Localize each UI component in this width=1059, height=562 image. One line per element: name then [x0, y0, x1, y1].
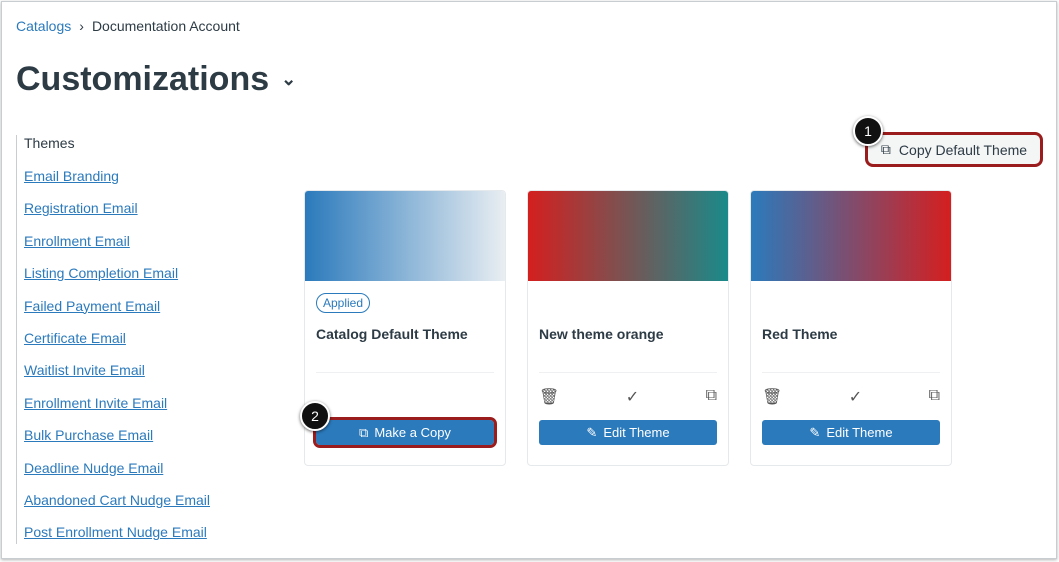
- copy-icon[interactable]: ⧉: [706, 387, 717, 407]
- sidebar-item: Enrollment Email: [24, 220, 210, 252]
- sidebar-link[interactable]: Waitlist Invite Email: [24, 362, 145, 378]
- sidebar-item: Email Branding: [24, 155, 210, 187]
- page-title: Customizations: [16, 60, 270, 98]
- chevron-right-icon: ›: [79, 18, 84, 34]
- breadcrumb-catalogs-link[interactable]: Catalogs: [16, 18, 71, 34]
- sidebar-item: Waitlist Invite Email: [24, 349, 210, 381]
- sidebar-nav: Themes Email Branding Registration Email E…: [16, 135, 210, 544]
- sidebar-link[interactable]: Bulk Purchase Email: [24, 427, 153, 443]
- divider: [762, 372, 940, 373]
- divider: [539, 372, 717, 373]
- theme-gradient-preview: [528, 191, 728, 281]
- edit-theme-button[interactable]: ✎ Edit Theme: [762, 420, 940, 445]
- copy-default-theme-button[interactable]: ⧉ Copy Default Theme: [865, 132, 1043, 167]
- edit-theme-button[interactable]: ✎ Edit Theme: [539, 420, 717, 445]
- sidebar-link[interactable]: Failed Payment Email: [24, 298, 160, 314]
- make-a-copy-button[interactable]: ⧉ Make a Copy: [313, 417, 497, 448]
- theme-card: Red Theme 🗑 ✓ ⧉ ✎ Edit Theme: [750, 190, 952, 466]
- copy-default-theme-label: Copy Default Theme: [898, 141, 1028, 158]
- sidebar-item-themes: Themes: [24, 135, 75, 151]
- copy-icon: ⧉: [359, 424, 369, 440]
- sidebar-item: Listing Completion Email: [24, 252, 210, 284]
- edit-theme-label: Edit Theme: [826, 425, 893, 440]
- sidebar-link[interactable]: Abandoned Cart Nudge Email: [24, 492, 210, 508]
- chevron-down-icon: ⌄: [281, 69, 297, 89]
- theme-card: Applied Catalog Default Theme ⧉ Make a Co…: [304, 190, 506, 466]
- sidebar-item: Abandoned Cart Nudge Email: [24, 479, 210, 511]
- pencil-icon: ✎: [809, 424, 821, 440]
- theme-gradient-preview: [751, 191, 951, 281]
- apply-check-icon[interactable]: ✓: [849, 387, 862, 407]
- sidebar-link[interactable]: Email Branding: [24, 168, 119, 184]
- sidebar-item: Failed Payment Email: [24, 285, 210, 317]
- sidebar-item: Enrollment Invite Email: [24, 382, 210, 414]
- callout-1: 1: [853, 116, 883, 146]
- sidebar-link[interactable]: Certificate Email: [24, 330, 126, 346]
- theme-name: Catalog Default Theme: [316, 326, 468, 342]
- page-title-menu[interactable]: Customizations ⌄: [16, 60, 296, 99]
- applied-badge: Applied: [316, 293, 371, 313]
- copy-icon[interactable]: ⧉: [929, 387, 940, 407]
- make-a-copy-label: Make a Copy: [374, 425, 451, 440]
- theme-card: New theme orange 🗑 ✓ ⧉ ✎ Edit Theme: [527, 190, 729, 466]
- theme-name: New theme orange: [539, 326, 664, 342]
- sidebar-link[interactable]: Listing Completion Email: [24, 265, 178, 281]
- pencil-icon: ✎: [586, 424, 598, 440]
- sidebar-item: Post Enrollment Nudge Email: [24, 511, 210, 543]
- breadcrumb: Catalogs › Documentation Account: [16, 18, 240, 34]
- copy-icon: ⧉: [880, 141, 891, 157]
- apply-check-icon[interactable]: ✓: [626, 387, 639, 407]
- breadcrumb-current: Documentation Account: [91, 18, 240, 34]
- trash-icon[interactable]: 🗑: [762, 387, 782, 407]
- sidebar-link[interactable]: Enrollment Invite Email: [24, 395, 167, 411]
- callout-2: 2: [300, 401, 330, 431]
- divider: [316, 372, 494, 373]
- trash-icon[interactable]: 🗑: [539, 387, 559, 407]
- edit-theme-label: Edit Theme: [603, 425, 670, 440]
- sidebar-item: Registration Email: [24, 187, 210, 219]
- sidebar-link[interactable]: Registration Email: [24, 200, 138, 216]
- theme-name: Red Theme: [762, 326, 838, 342]
- theme-gradient-preview: [305, 191, 505, 281]
- sidebar-link[interactable]: Post Enrollment Nudge Email: [24, 524, 207, 540]
- sidebar-link[interactable]: Deadline Nudge Email: [24, 460, 163, 476]
- sidebar-item: Deadline Nudge Email: [24, 447, 210, 479]
- sidebar-item: Bulk Purchase Email: [24, 414, 210, 446]
- sidebar-item: Certificate Email: [24, 317, 210, 349]
- sidebar-link[interactable]: Enrollment Email: [24, 233, 130, 249]
